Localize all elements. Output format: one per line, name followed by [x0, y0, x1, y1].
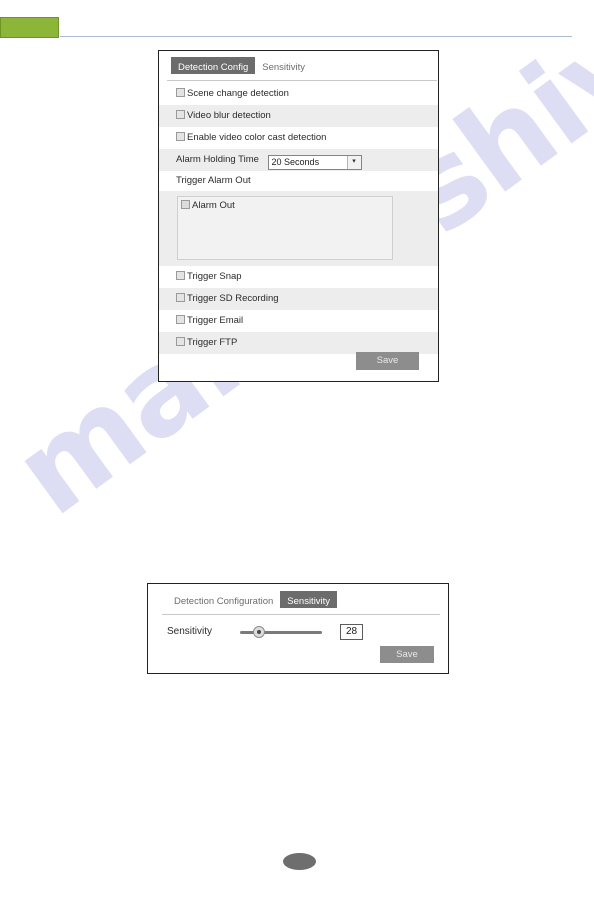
sensitivity-slider[interactable] [240, 626, 322, 638]
checkbox-scene-change-detection[interactable] [176, 88, 185, 97]
tab-sensitivity[interactable]: Sensitivity [255, 57, 312, 74]
alarm-out-listbox[interactable]: Alarm Out [177, 196, 393, 260]
row-trigger-snap[interactable]: Trigger Snap [159, 266, 438, 288]
row-trigger-sd-recording[interactable]: Trigger SD Recording [159, 288, 438, 310]
detection-config-panel: Detection Config Sensitivity Scene change… [158, 50, 439, 382]
alarm-holding-time-select[interactable]: 20 Seconds ▾ [267, 155, 362, 170]
checkbox-trigger-email[interactable] [176, 315, 185, 324]
row-video-color-cast-detection[interactable]: Enable video color cast detection [159, 127, 438, 149]
tab-detection-configuration[interactable]: Detection Configuration [167, 591, 280, 608]
tab-detection-config[interactable]: Detection Config [171, 57, 256, 74]
sensitivity-slider-handle[interactable] [252, 626, 265, 638]
sensitivity-tabstrip: Detection Configuration Sensitivity [148, 591, 448, 615]
label-trigger-snap: Trigger Snap [187, 271, 242, 282]
checkbox-alarm-out[interactable] [181, 200, 190, 209]
label-alarm-out: Alarm Out [192, 200, 235, 211]
row-alarm-holding-time: Alarm Holding Time 20 Seconds ▾ [159, 149, 438, 171]
tab-sensitivity-active[interactable]: Sensitivity [280, 591, 338, 608]
trigger-rows: Trigger Snap Trigger SD Recording Trigge… [159, 266, 438, 354]
label-sensitivity: Sensitivity [167, 626, 213, 637]
sensitivity-panel: Detection Configuration Sensitivity Sensi… [147, 583, 449, 674]
label-trigger-email: Trigger Email [187, 315, 244, 326]
row-trigger-email[interactable]: Trigger Email [159, 310, 438, 332]
row-trigger-ftp[interactable]: Trigger FTP [159, 332, 438, 354]
label-video-color-cast-detection: Enable video color cast detection [187, 132, 327, 143]
checkbox-video-color-cast-detection[interactable] [176, 132, 185, 141]
checkbox-video-blur-detection[interactable] [176, 110, 185, 119]
page-number-badge [283, 853, 316, 870]
label-alarm-holding-time: Alarm Holding Time [176, 154, 259, 165]
chevron-down-icon[interactable]: ▾ [346, 156, 361, 169]
checkbox-trigger-snap[interactable] [176, 271, 185, 280]
checkbox-trigger-sd-recording[interactable] [176, 293, 185, 302]
row-video-blur-detection[interactable]: Video blur detection [159, 105, 438, 127]
row-scene-change-detection[interactable]: Scene change detection [159, 83, 438, 105]
save-button-sensitivity[interactable]: Save [380, 646, 434, 663]
save-button-detection[interactable]: Save [356, 352, 419, 370]
label-trigger-ftp: Trigger FTP [187, 337, 238, 348]
label-video-blur-detection: Video blur detection [187, 110, 271, 121]
label-scene-change-detection: Scene change detection [187, 88, 289, 99]
page-edge-tab [0, 17, 59, 38]
label-trigger-alarm-out: Trigger Alarm Out [176, 175, 251, 186]
row-sensitivity: Sensitivity 28 [148, 619, 448, 645]
detection-rows: Scene change detection Video blur detect… [159, 83, 438, 191]
label-trigger-sd-recording: Trigger SD Recording [187, 293, 279, 304]
header-divider [60, 36, 572, 37]
sensitivity-value-input[interactable]: 28 [340, 624, 363, 640]
alarm-holding-time-value: 20 Seconds [271, 157, 320, 167]
detection-tabstrip: Detection Config Sensitivity [159, 57, 438, 81]
checkbox-trigger-ftp[interactable] [176, 337, 185, 346]
